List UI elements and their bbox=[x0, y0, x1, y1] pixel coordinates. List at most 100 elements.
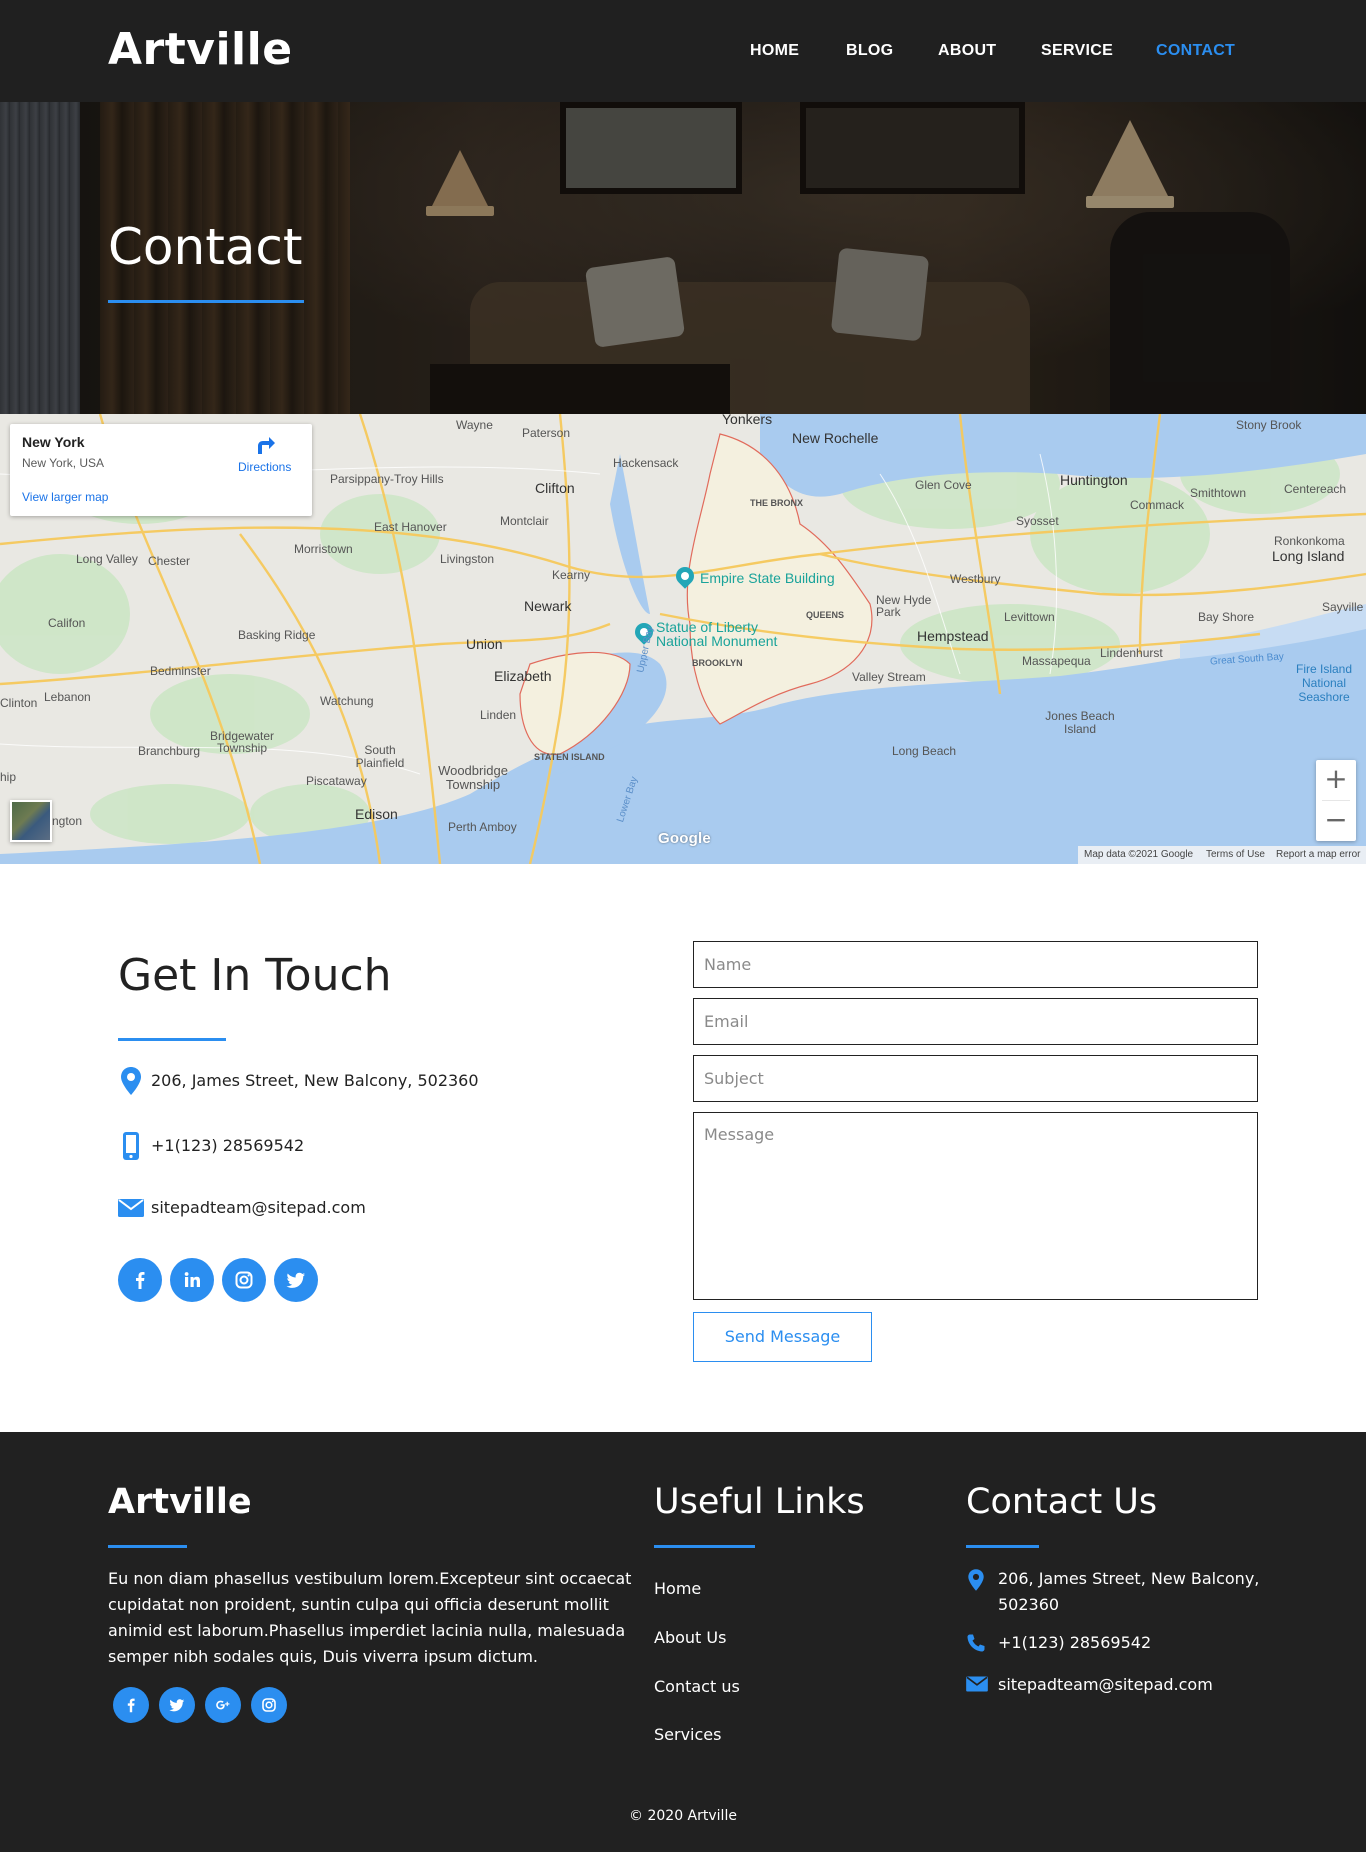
location-pin-icon bbox=[118, 1066, 144, 1096]
footer-underline bbox=[108, 1545, 187, 1548]
map-label: Hackensack bbox=[613, 456, 679, 470]
name-field[interactable] bbox=[693, 941, 1258, 988]
map-label: Piscataway bbox=[306, 774, 367, 788]
copyright-text: © 2020 Artville bbox=[629, 1808, 737, 1824]
map-label: Ronkonkoma bbox=[1274, 534, 1345, 548]
map-label: Califon bbox=[48, 616, 86, 630]
map-label: Morristown bbox=[294, 542, 353, 556]
zoom-out-button[interactable]: − bbox=[1316, 801, 1356, 841]
map-label: Linden bbox=[480, 708, 517, 722]
nav-home-link[interactable]: HOME bbox=[750, 42, 799, 60]
map-label: Bay Shore bbox=[1198, 610, 1255, 624]
map-place-address: New York, USA bbox=[22, 456, 105, 470]
envelope-icon bbox=[118, 1193, 144, 1223]
map-label: BROOKLYN bbox=[692, 658, 743, 668]
email-field[interactable] bbox=[693, 998, 1258, 1045]
view-larger-map-link[interactable]: View larger map bbox=[22, 490, 108, 504]
subject-field[interactable] bbox=[693, 1055, 1258, 1102]
map-label: Long Beach bbox=[892, 744, 957, 758]
map-label: Livingston bbox=[440, 552, 495, 566]
map-label: Glen Cove bbox=[915, 478, 972, 492]
envelope-icon bbox=[966, 1674, 988, 1696]
map-label: Fire Island National Seashore bbox=[1295, 662, 1353, 704]
site-header: Artville HOME BLOG ABOUT SERVICE CONTACT bbox=[0, 0, 1366, 102]
main-nav: HOME BLOG ABOUT SERVICE CONTACT bbox=[0, 42, 1366, 62]
map-label: Lindenhurst bbox=[1100, 646, 1163, 660]
satellite-toggle[interactable] bbox=[10, 800, 52, 842]
map-label: Bridgewater Township bbox=[209, 729, 275, 755]
map-label: ngton bbox=[52, 814, 83, 828]
instagram-icon[interactable] bbox=[222, 1258, 266, 1302]
map-label: Newark bbox=[524, 598, 572, 614]
map-label: Centereach bbox=[1284, 482, 1347, 496]
social-links bbox=[118, 1258, 328, 1302]
map-terms-link[interactable]: Terms of Use bbox=[1206, 849, 1265, 860]
map-label: Paterson bbox=[522, 426, 571, 440]
map-label: Clinton bbox=[0, 696, 38, 710]
contact-email[interactable]: sitepadteam@sitepad.com bbox=[151, 1198, 366, 1217]
map-zoom-control: + − bbox=[1316, 760, 1356, 841]
footer-phone[interactable]: +1(123) 28569542 bbox=[998, 1630, 1298, 1656]
twitter-icon[interactable] bbox=[274, 1258, 318, 1302]
nav-contact-link[interactable]: CONTACT bbox=[1156, 42, 1235, 60]
map-label: Montclair bbox=[500, 514, 549, 528]
map-label: Kearny bbox=[552, 568, 591, 582]
nav-service-link[interactable]: SERVICE bbox=[1041, 42, 1113, 60]
map-label: Sayville bbox=[1322, 600, 1364, 614]
map-label[interactable]: Empire State Building bbox=[700, 570, 835, 586]
map-place-card: New York New York, USA View larger map D… bbox=[10, 424, 312, 516]
map-label: Smithtown bbox=[1190, 486, 1247, 500]
facebook-icon[interactable] bbox=[118, 1258, 162, 1302]
map-label: Perth Amboy bbox=[448, 820, 517, 834]
zoom-in-button[interactable]: + bbox=[1316, 760, 1356, 800]
map-label: THE BRONX bbox=[750, 498, 804, 508]
map-label: Massapequa bbox=[1022, 654, 1091, 668]
instagram-icon[interactable] bbox=[251, 1687, 287, 1723]
map-label: Huntington bbox=[1060, 472, 1128, 488]
contact-address-row: 206, James Street, New Balcony, 502360 bbox=[118, 1066, 618, 1096]
footer-address: 206, James Street, New Balcony, 502360 bbox=[998, 1569, 1260, 1614]
map-label: Watchung bbox=[320, 694, 374, 708]
hero-banner: Contact bbox=[0, 102, 1366, 414]
contact-phone-row: +1(123) 28569542 bbox=[118, 1131, 618, 1161]
map-label: Levittown bbox=[1004, 610, 1055, 624]
contact-address: 206, James Street, New Balcony, 502360 bbox=[151, 1071, 479, 1090]
contact-heading: Get In Touch bbox=[118, 950, 392, 1001]
footer-link-home[interactable]: Home bbox=[654, 1579, 701, 1598]
map-label: Hempstead bbox=[917, 628, 989, 644]
map-label: South Plainfield bbox=[355, 743, 405, 770]
footer-link-contact[interactable]: Contact us bbox=[654, 1677, 740, 1696]
map-label: Wayne bbox=[456, 418, 493, 432]
footer-brand: Artville bbox=[108, 1482, 252, 1522]
page-title: Contact bbox=[108, 218, 303, 276]
google-plus-icon[interactable] bbox=[205, 1687, 241, 1723]
heading-underline bbox=[118, 1038, 226, 1041]
footer-email[interactable]: sitepadteam@sitepad.com bbox=[998, 1672, 1298, 1698]
facebook-icon[interactable] bbox=[113, 1687, 149, 1723]
embedded-map[interactable]: Yonkers New Rochelle Wayne Paterson Hack… bbox=[0, 414, 1366, 864]
nav-blog-link[interactable]: BLOG bbox=[846, 42, 893, 60]
nav-about-link[interactable]: ABOUT bbox=[938, 42, 996, 60]
map-label: Long Island bbox=[1272, 548, 1345, 564]
footer-underline bbox=[966, 1545, 1039, 1548]
footer-link-services[interactable]: Services bbox=[654, 1725, 721, 1744]
location-pin-icon bbox=[966, 1568, 986, 1591]
directions-icon[interactable] bbox=[254, 434, 276, 456]
map-label: Commack bbox=[1130, 498, 1185, 512]
map-label: Woodbridge Township bbox=[438, 763, 508, 792]
map-label: STATEN ISLAND bbox=[534, 752, 605, 762]
map-report-link[interactable]: Report a map error bbox=[1276, 849, 1360, 860]
message-field[interactable] bbox=[693, 1112, 1258, 1300]
linkedin-icon[interactable] bbox=[170, 1258, 214, 1302]
directions-link[interactable]: Directions bbox=[238, 460, 291, 474]
map-label: Clifton bbox=[535, 480, 575, 496]
map-label[interactable]: Statue of Liberty National Monument bbox=[656, 620, 786, 648]
map-attribution-bar: Map data ©2021 Google Terms of Use Repor… bbox=[1078, 846, 1366, 864]
contact-phone[interactable]: +1(123) 28569542 bbox=[151, 1136, 304, 1155]
site-footer: Artville Eu non diam phasellus vestibulu… bbox=[0, 1432, 1366, 1852]
send-message-button[interactable]: Send Message bbox=[693, 1312, 872, 1362]
google-logo: Google bbox=[658, 830, 711, 847]
twitter-icon[interactable] bbox=[159, 1687, 195, 1723]
footer-link-about[interactable]: About Us bbox=[654, 1628, 726, 1647]
map-label: Basking Ridge bbox=[238, 628, 316, 642]
